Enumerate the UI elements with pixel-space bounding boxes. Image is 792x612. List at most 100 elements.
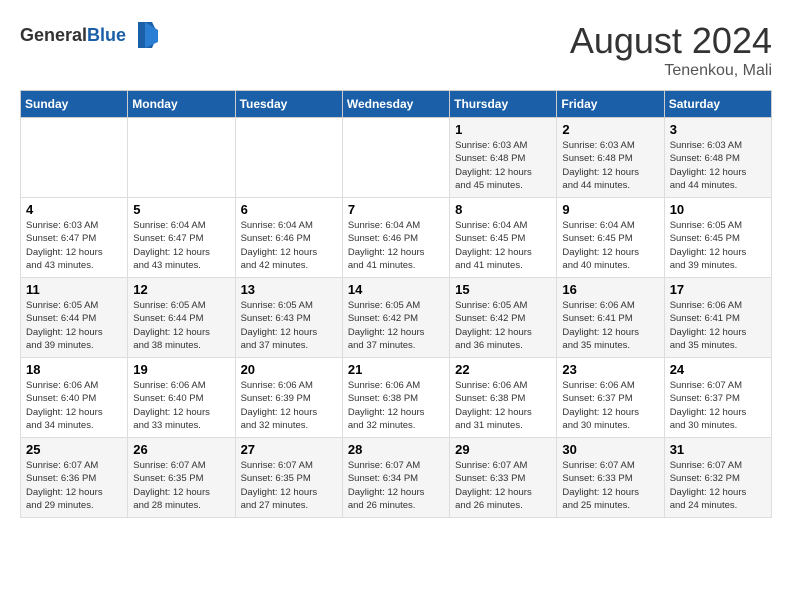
day-info: Sunrise: 6:05 AMSunset: 6:42 PMDaylight:… — [455, 299, 551, 352]
calendar-cell: 29 Sunrise: 6:07 AMSunset: 6:33 PMDayligh… — [450, 438, 557, 518]
logo-blue-text: Blue — [87, 25, 126, 45]
day-header-saturday: Saturday — [664, 91, 771, 118]
calendar-cell: 20 Sunrise: 6:06 AMSunset: 6:39 PMDayligh… — [235, 358, 342, 438]
calendar-cell: 4Sunrise: 6:03 AMSunset: 6:47 PMDaylight… — [21, 198, 128, 278]
calendar-cell: 14Sunrise: 6:05 AMSunset: 6:42 PMDayligh… — [342, 278, 449, 358]
day-info: Sunrise: 6:07 AMSunset: 6:35 PMDaylight:… — [241, 459, 337, 512]
day-number: 21 — [348, 362, 444, 377]
day-header-friday: Friday — [557, 91, 664, 118]
calendar-cell: 25Sunrise: 6:07 AMSunset: 6:36 PMDayligh… — [21, 438, 128, 518]
calendar-cell: 6Sunrise: 6:04 AMSunset: 6:46 PMDaylight… — [235, 198, 342, 278]
calendar-cell: 26 Sunrise: 6:07 AMSunset: 6:35 PMDayligh… — [128, 438, 235, 518]
day-number: 30 — [562, 442, 658, 457]
calendar-week-row: 4Sunrise: 6:03 AMSunset: 6:47 PMDaylight… — [21, 198, 772, 278]
day-info: Sunrise: 6:07 AMSunset: 6:37 PMDaylight:… — [670, 379, 766, 432]
calendar-cell: 31Sunrise: 6:07 AMSunset: 6:32 PMDayligh… — [664, 438, 771, 518]
day-header-thursday: Thursday — [450, 91, 557, 118]
calendar-cell: 18 Sunrise: 6:06 AMSunset: 6:40 PMDayligh… — [21, 358, 128, 438]
day-number: 6 — [241, 202, 337, 217]
day-number: 22 — [455, 362, 551, 377]
title-section: August 2024 Tenenkou, Mali — [570, 20, 772, 80]
location-subtitle: Tenenkou, Mali — [570, 62, 772, 80]
day-number: 5 — [133, 202, 229, 217]
calendar-cell: 8 Sunrise: 6:04 AMSunset: 6:45 PMDaylight… — [450, 198, 557, 278]
day-info: Sunrise: 6:05 AMSunset: 6:44 PMDaylight:… — [26, 299, 122, 352]
day-header-wednesday: Wednesday — [342, 91, 449, 118]
day-number: 29 — [455, 442, 551, 457]
day-info: Sunrise: 6:06 AMSunset: 6:41 PMDaylight:… — [562, 299, 658, 352]
calendar-cell: 22Sunrise: 6:06 AMSunset: 6:38 PMDayligh… — [450, 358, 557, 438]
day-info: Sunrise: 6:03 AMSunset: 6:48 PMDaylight:… — [455, 139, 551, 192]
calendar-cell: 10 Sunrise: 6:05 AMSunset: 6:45 PMDayligh… — [664, 198, 771, 278]
day-info: Sunrise: 6:05 AMSunset: 6:44 PMDaylight:… — [133, 299, 229, 352]
day-info: Sunrise: 6:07 AMSunset: 6:33 PMDaylight:… — [562, 459, 658, 512]
day-info: Sunrise: 6:07 AMSunset: 6:34 PMDaylight:… — [348, 459, 444, 512]
calendar-table: SundayMondayTuesdayWednesdayThursdayFrid… — [20, 90, 772, 518]
day-info: Sunrise: 6:04 AMSunset: 6:47 PMDaylight:… — [133, 219, 229, 272]
calendar-cell: 30 Sunrise: 6:07 AMSunset: 6:33 PMDayligh… — [557, 438, 664, 518]
calendar-cell: 16 Sunrise: 6:06 AMSunset: 6:41 PMDayligh… — [557, 278, 664, 358]
day-number: 20 — [241, 362, 337, 377]
calendar-cell: 5 Sunrise: 6:04 AMSunset: 6:47 PMDaylight… — [128, 198, 235, 278]
day-number: 15 — [455, 282, 551, 297]
calendar-cell: 2Sunrise: 6:03 AMSunset: 6:48 PMDaylight… — [557, 118, 664, 198]
day-number: 16 — [562, 282, 658, 297]
day-info: Sunrise: 6:06 AMSunset: 6:38 PMDaylight:… — [348, 379, 444, 432]
calendar-cell: 9 Sunrise: 6:04 AMSunset: 6:45 PMDaylight… — [557, 198, 664, 278]
calendar-cell — [128, 118, 235, 198]
day-number: 9 — [562, 202, 658, 217]
calendar-cell: 1 Sunrise: 6:03 AMSunset: 6:48 PMDaylight… — [450, 118, 557, 198]
calendar-week-row: 25Sunrise: 6:07 AMSunset: 6:36 PMDayligh… — [21, 438, 772, 518]
month-year-title: August 2024 — [570, 20, 772, 62]
calendar-cell: 12 Sunrise: 6:05 AMSunset: 6:44 PMDayligh… — [128, 278, 235, 358]
day-info: Sunrise: 6:06 AMSunset: 6:37 PMDaylight:… — [562, 379, 658, 432]
calendar-cell: 13 Sunrise: 6:05 AMSunset: 6:43 PMDayligh… — [235, 278, 342, 358]
day-number: 19 — [133, 362, 229, 377]
calendar-cell — [235, 118, 342, 198]
calendar-cell: 28Sunrise: 6:07 AMSunset: 6:34 PMDayligh… — [342, 438, 449, 518]
calendar-cell: 24 Sunrise: 6:07 AMSunset: 6:37 PMDayligh… — [664, 358, 771, 438]
day-info: Sunrise: 6:05 AMSunset: 6:45 PMDaylight:… — [670, 219, 766, 272]
day-info: Sunrise: 6:04 AMSunset: 6:46 PMDaylight:… — [348, 219, 444, 272]
day-info: Sunrise: 6:05 AMSunset: 6:42 PMDaylight:… — [348, 299, 444, 352]
calendar-header-row: SundayMondayTuesdayWednesdayThursdayFrid… — [21, 91, 772, 118]
day-number: 18 — [26, 362, 122, 377]
day-info: Sunrise: 6:06 AMSunset: 6:40 PMDaylight:… — [26, 379, 122, 432]
day-info: Sunrise: 6:07 AMSunset: 6:36 PMDaylight:… — [26, 459, 122, 512]
day-number: 8 — [455, 202, 551, 217]
calendar-cell: 27 Sunrise: 6:07 AMSunset: 6:35 PMDayligh… — [235, 438, 342, 518]
day-info: Sunrise: 6:06 AMSunset: 6:39 PMDaylight:… — [241, 379, 337, 432]
day-number: 1 — [455, 122, 551, 137]
day-number: 13 — [241, 282, 337, 297]
calendar-week-row: 11Sunrise: 6:05 AMSunset: 6:44 PMDayligh… — [21, 278, 772, 358]
calendar-cell: 11Sunrise: 6:05 AMSunset: 6:44 PMDayligh… — [21, 278, 128, 358]
calendar-cell: 19 Sunrise: 6:06 AMSunset: 6:40 PMDayligh… — [128, 358, 235, 438]
day-info: Sunrise: 6:04 AMSunset: 6:45 PMDaylight:… — [562, 219, 658, 272]
day-number: 24 — [670, 362, 766, 377]
day-header-tuesday: Tuesday — [235, 91, 342, 118]
day-info: Sunrise: 6:04 AMSunset: 6:45 PMDaylight:… — [455, 219, 551, 272]
day-number: 2 — [562, 122, 658, 137]
calendar-cell — [342, 118, 449, 198]
day-number: 7 — [348, 202, 444, 217]
day-number: 27 — [241, 442, 337, 457]
day-number: 26 — [133, 442, 229, 457]
calendar-cell: 23 Sunrise: 6:06 AMSunset: 6:37 PMDayligh… — [557, 358, 664, 438]
logo: GeneralBlue — [20, 20, 160, 50]
day-info: Sunrise: 6:07 AMSunset: 6:35 PMDaylight:… — [133, 459, 229, 512]
calendar-week-row: 18 Sunrise: 6:06 AMSunset: 6:40 PMDayligh… — [21, 358, 772, 438]
day-number: 23 — [562, 362, 658, 377]
day-number: 3 — [670, 122, 766, 137]
day-info: Sunrise: 6:06 AMSunset: 6:40 PMDaylight:… — [133, 379, 229, 432]
day-info: Sunrise: 6:07 AMSunset: 6:33 PMDaylight:… — [455, 459, 551, 512]
day-number: 31 — [670, 442, 766, 457]
calendar-cell: 7 Sunrise: 6:04 AMSunset: 6:46 PMDaylight… — [342, 198, 449, 278]
day-info: Sunrise: 6:03 AMSunset: 6:48 PMDaylight:… — [670, 139, 766, 192]
day-header-monday: Monday — [128, 91, 235, 118]
day-info: Sunrise: 6:06 AMSunset: 6:41 PMDaylight:… — [670, 299, 766, 352]
day-number: 12 — [133, 282, 229, 297]
day-number: 10 — [670, 202, 766, 217]
day-info: Sunrise: 6:05 AMSunset: 6:43 PMDaylight:… — [241, 299, 337, 352]
calendar-week-row: 1 Sunrise: 6:03 AMSunset: 6:48 PMDaylight… — [21, 118, 772, 198]
day-number: 17 — [670, 282, 766, 297]
